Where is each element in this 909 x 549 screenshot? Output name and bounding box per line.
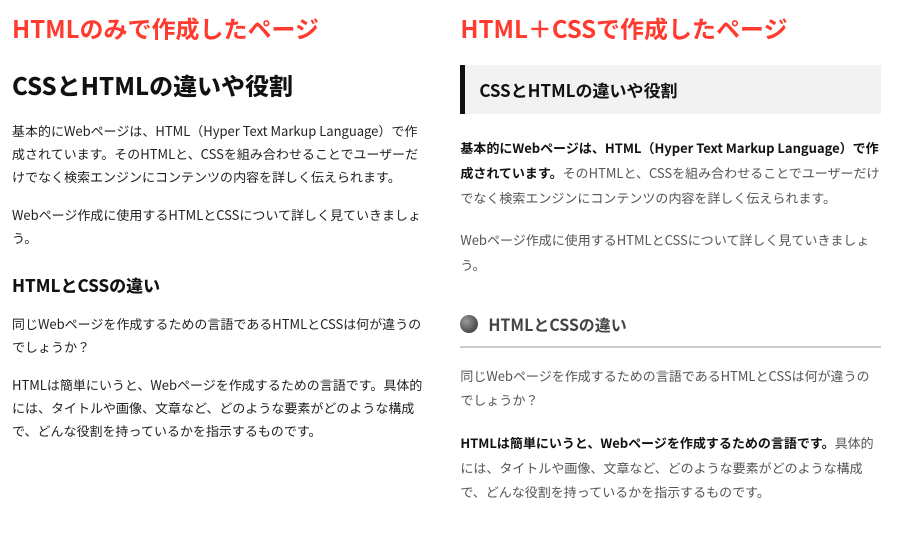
left-heading-2: HTMLとCSSの違い: [12, 272, 424, 297]
left-top-title: HTMLのみで作成したページ: [12, 12, 424, 43]
right-top-title: HTML＋CSSで作成したページ: [460, 12, 881, 43]
left-heading-1: CSSとHTMLの違いや役割: [12, 67, 424, 102]
left-paragraph-2: Webページ作成に使用するHTMLとCSSについて詳しく見ていきましょう。: [12, 204, 424, 250]
right-column: HTML＋CSSで作成したページ CSSとHTMLの違いや役割 基本的にWebペ…: [436, 0, 909, 549]
right-paragraph-2: Webページ作成に使用するHTMLとCSSについて詳しく見ていきましょう。: [460, 228, 881, 277]
left-paragraph-1: 基本的にWebページは、HTML（Hyper Text Markup Langu…: [12, 120, 424, 188]
right-heading-2-text: HTMLとCSSの違い: [488, 312, 627, 336]
right-heading-2: HTMLとCSSの違い: [460, 312, 881, 348]
left-column: HTMLのみで作成したページ CSSとHTMLの違いや役割 基本的にWebページ…: [0, 0, 436, 549]
right-paragraph-4-bold: HTMLは簡単にいうと、Webページを作成するための言語です。: [460, 433, 834, 452]
right-paragraph-3: 同じWebページを作成するための言語であるHTMLとCSSは何が違うのでしょうか…: [460, 364, 881, 413]
page-root: HTMLのみで作成したページ CSSとHTMLの違いや役割 基本的にWebページ…: [0, 0, 909, 549]
left-paragraph-4: HTMLは簡単にいうと、Webページを作成するための言語です。具体的には、タイト…: [12, 374, 424, 442]
right-heading-1: CSSとHTMLの違いや役割: [460, 65, 881, 114]
bullet-icon: [460, 315, 478, 333]
right-paragraph-1: 基本的にWebページは、HTML（Hyper Text Markup Langu…: [460, 136, 881, 210]
left-paragraph-3: 同じWebページを作成するための言語であるHTMLとCSSは何が違うのでしょうか…: [12, 313, 424, 359]
right-paragraph-4: HTMLは簡単にいうと、Webページを作成するための言語です。具体的には、タイト…: [460, 431, 881, 505]
